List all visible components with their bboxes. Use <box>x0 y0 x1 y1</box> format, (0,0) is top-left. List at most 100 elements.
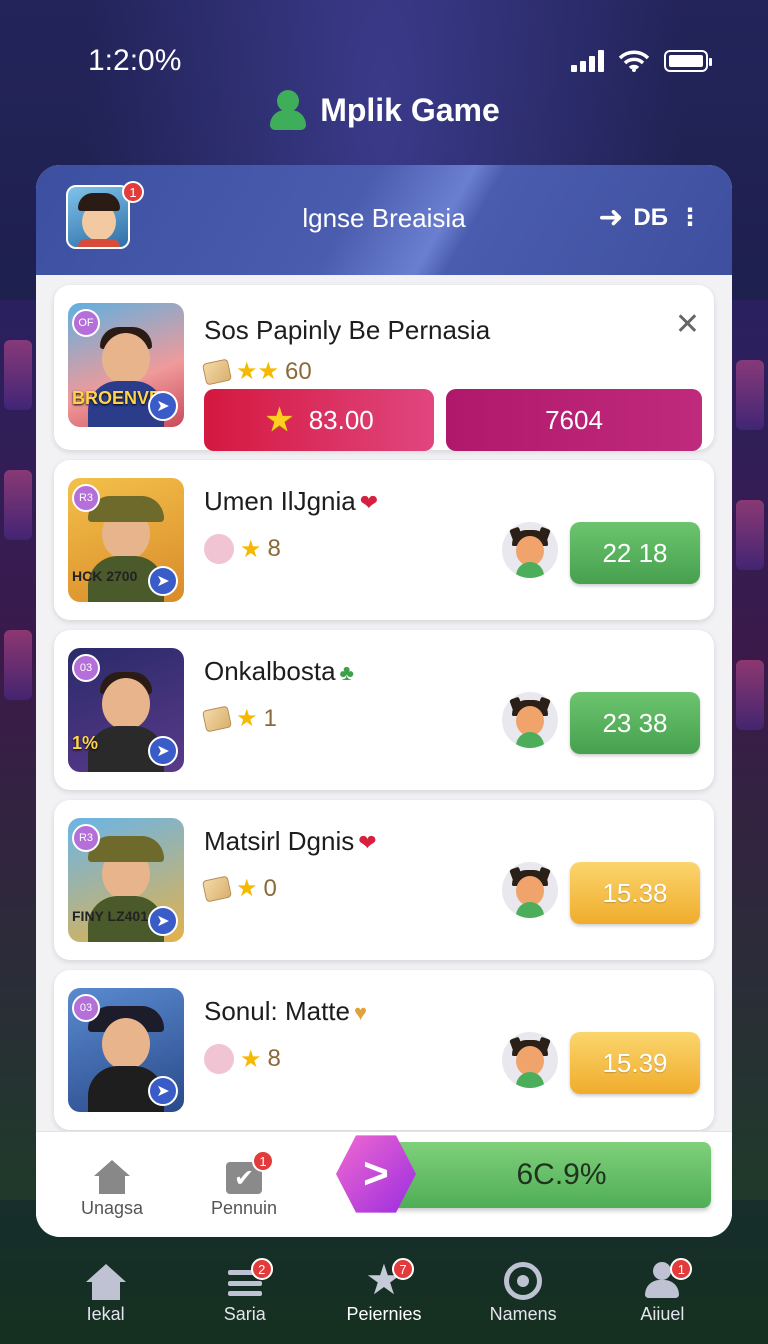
nav-item-namens[interactable]: Namens <box>463 1240 583 1336</box>
thumbnail-tag: 03 <box>72 654 100 682</box>
match-rating: 0 <box>263 874 277 902</box>
match-meta: ★ 8 <box>204 1044 281 1074</box>
battery-icon <box>664 50 712 72</box>
status-time: 1:2:0% <box>88 44 182 77</box>
header-right-label[interactable]: DБ <box>633 204 668 232</box>
heart-icon: ❤ <box>358 830 377 855</box>
star-icon: ★ <box>240 535 262 563</box>
match-list: OF BROENVE ➤ Sos Papinly Be Pernasia ★★ … <box>54 285 714 1140</box>
coach-avatar <box>502 522 558 578</box>
home-action-label: Unagsa <box>80 1198 144 1218</box>
match-thumbnail: R3 FINY LZ401 ➤ <box>68 818 184 942</box>
play-icon: ➤ <box>148 1076 178 1106</box>
secondary-value: 7604 <box>545 404 603 435</box>
score-button[interactable]: 23 38 <box>570 692 700 754</box>
score-button[interactable]: 15.38 <box>570 862 700 924</box>
match-title: Sonul: Matte ♥ <box>204 996 368 1026</box>
more-options-icon[interactable]: ⋮ <box>678 203 702 232</box>
pending-action[interactable]: ✔ 1 Pennuin <box>184 1150 304 1219</box>
match-row[interactable]: R3 FINY LZ401 ➤ Matsirl Dgnis ❤ ★ 0 15.38 <box>54 800 714 960</box>
thumbnail-tag: R3 <box>72 824 100 852</box>
play-icon: ➤ <box>148 736 178 766</box>
mini-avatar-icon <box>204 534 234 564</box>
play-icon: ➤ <box>148 391 178 421</box>
nav-label: Aiiuel <box>640 1304 685 1324</box>
thumbnail-caption: 1% <box>72 733 99 753</box>
pending-badge: 1 <box>252 1150 274 1172</box>
star-icon: ★ <box>236 705 258 732</box>
nav-item-aiiuel[interactable]: 1 Aiiuel <box>602 1240 722 1336</box>
match-title: Umen IlJgnia ❤ <box>204 486 379 516</box>
arrow-right-icon[interactable]: ➜ <box>598 202 623 232</box>
wifi-icon <box>618 50 650 72</box>
nav-item-saria[interactable]: 2 Saria <box>185 1240 305 1336</box>
featured-meta: ★★ 60 <box>201 357 312 386</box>
close-icon[interactable]: ✕ <box>675 307 700 342</box>
nav-label: Peiernies <box>346 1304 422 1324</box>
match-rating: 1 <box>263 704 277 732</box>
score-button[interactable]: 22 18 <box>570 522 700 584</box>
ticket-icon <box>201 875 233 902</box>
heart-icon: ❤ <box>359 490 379 515</box>
home-icon <box>94 1160 130 1194</box>
nav-badge: 7 <box>391 1258 414 1280</box>
featured-rating: 60 <box>285 357 312 385</box>
match-row[interactable]: 03 1% ➤ Onkalbosta ♣ ★ 1 23 38 <box>54 630 714 790</box>
featured-title: Sos Papinly Be Pernasia <box>204 315 491 345</box>
nav-label: Iekal <box>86 1304 125 1324</box>
nav-label: Saria <box>223 1304 266 1324</box>
nav-item-peiernies[interactable]: ★ 7 Peiernies <box>324 1240 444 1336</box>
status-bar: 1:2:0% <box>0 40 768 84</box>
star-icon: ★ <box>236 875 258 902</box>
match-title: Matsirl Dgnis ❤ <box>204 826 377 856</box>
featured-match-card[interactable]: OF BROENVE ➤ Sos Papinly Be Pernasia ★★ … <box>54 285 714 451</box>
coach-avatar <box>502 692 558 748</box>
user-logo-icon <box>268 90 308 130</box>
app-title: Mplik Game <box>0 90 768 130</box>
stadium-right-decoration <box>732 300 768 1200</box>
star-icon: ★ <box>240 1045 262 1073</box>
match-thumbnail: 03 ➤ <box>68 988 184 1112</box>
home-icon <box>85 1264 126 1300</box>
mini-avatar-icon <box>204 1044 234 1074</box>
nav-item-iekal[interactable]: Iekal <box>46 1240 166 1336</box>
signal-icon <box>571 50 604 72</box>
thumbnail-tag: OF <box>72 309 100 337</box>
ticket-icon <box>201 705 233 732</box>
match-meta: ★ 0 <box>201 874 277 903</box>
match-row[interactable]: R3 HCK 2700 ➤ Umen IlJgnia ❤ ★ 8 22 18 <box>54 460 714 620</box>
app-name: Mplik Game <box>320 91 500 128</box>
go-progress-button[interactable]: 6C.9% > <box>336 1135 711 1213</box>
bottom-navigation: Iekal 2 Saria ★ 7 Peiernies Namens 1 Aii… <box>36 1240 732 1336</box>
progress-label: 6C.9% <box>376 1142 711 1208</box>
gem-icon: ♣ <box>339 660 354 685</box>
home-action[interactable]: Unagsa <box>52 1150 172 1219</box>
thumbnail-caption: HCK 2700 <box>72 568 138 584</box>
thumbnail-caption: FINY LZ401 <box>72 908 148 924</box>
match-thumbnail: 03 1% ➤ <box>68 648 184 772</box>
thumbnail-tag: R3 <box>72 484 100 512</box>
play-icon: ➤ <box>148 566 178 596</box>
match-title: Onkalbosta ♣ <box>204 656 354 686</box>
avatar-notification-badge: 1 <box>122 181 144 203</box>
match-thumbnail: R3 HCK 2700 ➤ <box>68 478 184 602</box>
primary-value: 83.00 <box>308 404 374 435</box>
coach-avatar <box>502 1032 558 1088</box>
secondary-value-button[interactable]: 7604 <box>446 389 702 451</box>
header-actions: ➜ DБ ⋮ <box>598 202 702 232</box>
match-meta: ★ 1 <box>201 704 277 733</box>
match-row[interactable]: 03 ➤ Sonul: Matte ♥ ★ 8 15.39 <box>54 970 714 1130</box>
match-rating: 8 <box>267 535 281 562</box>
primary-value-button[interactable]: ★ 83.00 <box>204 389 434 451</box>
coach-avatar <box>502 862 558 918</box>
star-icon: ★ <box>264 401 295 439</box>
main-panel: 1 lgnse Breaisia ➜ DБ ⋮ OF BROENVE ➤ Sos… <box>36 165 732 1237</box>
panel-header: 1 lgnse Breaisia ➜ DБ ⋮ <box>36 165 732 275</box>
match-rating: 8 <box>267 1045 281 1072</box>
heart-icon: ♥ <box>353 1000 368 1025</box>
thumbnail-tag: 03 <box>72 994 100 1022</box>
score-button[interactable]: 15.39 <box>570 1032 700 1094</box>
nav-badge: 1 <box>670 1258 693 1280</box>
nav-label: Namens <box>489 1304 557 1324</box>
action-bar: Unagsa ✔ 1 Pennuin 6C.9% > <box>36 1131 732 1237</box>
